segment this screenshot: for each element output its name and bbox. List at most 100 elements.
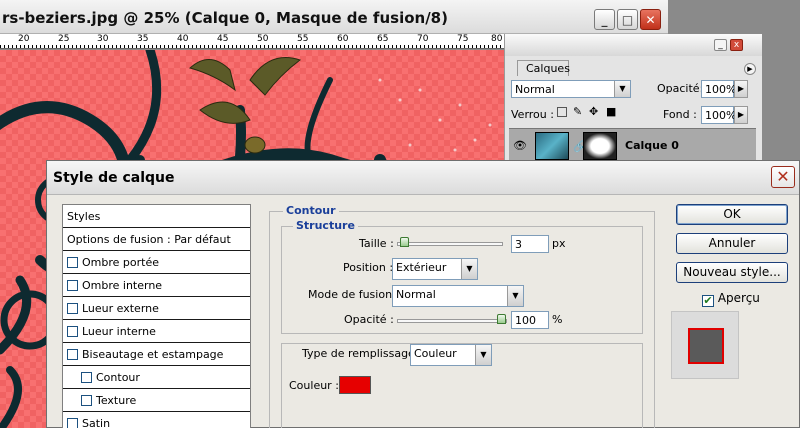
list-item-label: Ombre interne — [82, 279, 163, 292]
cancel-button[interactable]: Annuler — [676, 233, 788, 254]
layer-blend-mode-select[interactable]: Normal ▼ — [511, 80, 631, 98]
tab-calques[interactable]: Calques — [517, 60, 570, 76]
layer-opacity-input[interactable]: 100% — [701, 80, 736, 98]
ruler-mark: 35 — [137, 34, 149, 44]
fill-type-select[interactable]: Couleur ▼ — [410, 344, 492, 366]
close-icon[interactable]: ✕ — [771, 166, 795, 188]
checkbox[interactable] — [67, 303, 78, 314]
style-preview — [671, 311, 739, 379]
horizontal-ruler: 20 25 30 35 40 45 50 55 60 65 70 75 80 — [0, 34, 504, 49]
new-style-button[interactable]: Nouveau style... — [676, 262, 788, 283]
contour-group-title: Contour — [283, 204, 339, 217]
position-value: Extérieur — [396, 261, 447, 274]
checkbox[interactable] — [67, 326, 78, 337]
list-item-outer-glow[interactable]: Lueur externe — [63, 297, 250, 320]
layer-row[interactable]: 👁 🔗 Calque 0 — [509, 128, 756, 162]
eye-icon[interactable]: 👁 — [513, 139, 527, 152]
opacity-slider[interactable] — [397, 319, 507, 323]
list-item-texture[interactable]: Texture — [63, 389, 250, 412]
ruler-mark: 60 — [337, 34, 349, 44]
layer-name[interactable]: Calque 0 — [625, 139, 679, 152]
dialog-title-bar[interactable]: Style de calque ✕ — [47, 161, 799, 195]
panel-menu-icon[interactable]: ▶ — [744, 63, 756, 75]
ruler-mark: 40 — [177, 34, 189, 44]
ruler-mark: 45 — [217, 34, 229, 44]
fill-type-label: Type de remplissage : — [299, 347, 426, 360]
ruler-mark: 80 — [491, 34, 503, 44]
list-item-inner-shadow[interactable]: Ombre interne — [63, 274, 250, 297]
fill-label: Fond : — [663, 108, 697, 121]
checkmark-icon[interactable]: ✔ — [702, 295, 714, 307]
list-item-blending-options[interactable]: Options de fusion : Par défaut — [63, 228, 250, 251]
ok-button[interactable]: OK — [676, 204, 788, 225]
lock-transparency-icon[interactable] — [557, 107, 567, 117]
close-icon[interactable]: ✕ — [640, 9, 661, 30]
position-label: Position : — [343, 261, 394, 274]
size-input[interactable]: 3 — [511, 235, 549, 253]
layer-style-dialog: Style de calque ✕ Styles Options de fusi… — [46, 160, 800, 428]
list-item-label: Satin — [82, 417, 111, 428]
layer-blend-mode-value: Normal — [515, 83, 555, 96]
lock-all-icon[interactable]: ■ — [606, 105, 616, 118]
position-select[interactable]: Extérieur ▼ — [392, 258, 478, 280]
ruler-mark: 25 — [58, 34, 70, 44]
list-item-label: Ombre portée — [82, 256, 159, 269]
fill-type-value: Couleur — [414, 347, 457, 360]
fill-arrow-icon[interactable]: ▶ — [734, 106, 748, 124]
layers-panel-title-bar[interactable]: _ x — [505, 34, 762, 56]
preview-checkbox[interactable]: ✔ Aperçu — [702, 291, 760, 307]
document-title: rs-beziers.jpg @ 25% (Calque 0, Masque d… — [2, 9, 448, 27]
layer-opacity-label: Opacité: — [657, 82, 704, 95]
size-slider[interactable] — [397, 242, 503, 246]
fill-input[interactable]: 100% — [701, 106, 736, 124]
checkbox[interactable] — [81, 372, 92, 383]
list-item-label: Lueur interne — [82, 325, 156, 338]
maximize-icon[interactable]: □ — [617, 9, 638, 30]
chevron-down-icon: ▼ — [614, 81, 630, 97]
layer-opacity-arrow-icon[interactable]: ▶ — [734, 80, 748, 98]
document-title-bar[interactable]: rs-beziers.jpg @ 25% (Calque 0, Masque d… — [0, 0, 668, 34]
structure-group-title: Structure — [293, 219, 358, 232]
size-slider-thumb[interactable] — [400, 237, 409, 247]
panel-minimize-icon[interactable]: _ — [714, 39, 727, 51]
ruler-mark: 30 — [97, 34, 109, 44]
list-item-label: Biseautage et estampage — [82, 348, 224, 361]
list-item-satin[interactable]: Satin — [63, 412, 250, 428]
minimize-icon[interactable]: _ — [594, 9, 615, 30]
list-item-label: Texture — [96, 394, 137, 407]
layer-thumbnail — [535, 132, 569, 160]
checkbox[interactable] — [67, 280, 78, 291]
layer-mask-thumbnail[interactable] — [583, 132, 617, 160]
checkbox[interactable] — [67, 349, 78, 360]
lock-pixels-icon[interactable]: ✎ — [573, 105, 582, 118]
blend-mode-label: Mode de fusion : — [308, 288, 400, 301]
list-item-bevel-emboss[interactable]: Biseautage et estampage — [63, 343, 250, 366]
opacity-label: Opacité : — [344, 313, 394, 326]
opacity-input[interactable]: 100 — [511, 311, 549, 329]
size-unit: px — [552, 237, 566, 250]
opacity-slider-thumb[interactable] — [497, 314, 506, 324]
ruler-mark: 55 — [297, 34, 309, 44]
list-item-inner-glow[interactable]: Lueur interne — [63, 320, 250, 343]
list-item-styles[interactable]: Styles — [63, 205, 250, 228]
panel-close-icon[interactable]: x — [730, 39, 743, 51]
color-swatch[interactable] — [339, 376, 371, 394]
list-item-drop-shadow[interactable]: Ombre portée — [63, 251, 250, 274]
checkbox[interactable] — [67, 418, 78, 428]
ruler-mark: 70 — [417, 34, 429, 44]
list-item-contour[interactable]: Contour — [63, 366, 250, 389]
ruler-mark: 75 — [457, 34, 469, 44]
chevron-down-icon: ▼ — [507, 286, 523, 306]
blend-mode-select[interactable]: Normal ▼ — [392, 285, 524, 307]
list-item-label: Lueur externe — [82, 302, 159, 315]
layers-panel: _ x Calques ▶ Normal ▼ Opacité: 100% ▶ V… — [504, 34, 762, 164]
dialog-title: Style de calque — [53, 170, 175, 186]
ruler-mark: 65 — [377, 34, 389, 44]
chevron-down-icon: ▼ — [475, 345, 491, 365]
list-item-label: Options de fusion : Par défaut — [67, 233, 231, 246]
checkbox[interactable] — [67, 257, 78, 268]
list-item-label: Styles — [67, 210, 101, 223]
chevron-down-icon: ▼ — [461, 259, 477, 279]
checkbox[interactable] — [81, 395, 92, 406]
lock-position-icon[interactable]: ✥ — [589, 105, 598, 118]
